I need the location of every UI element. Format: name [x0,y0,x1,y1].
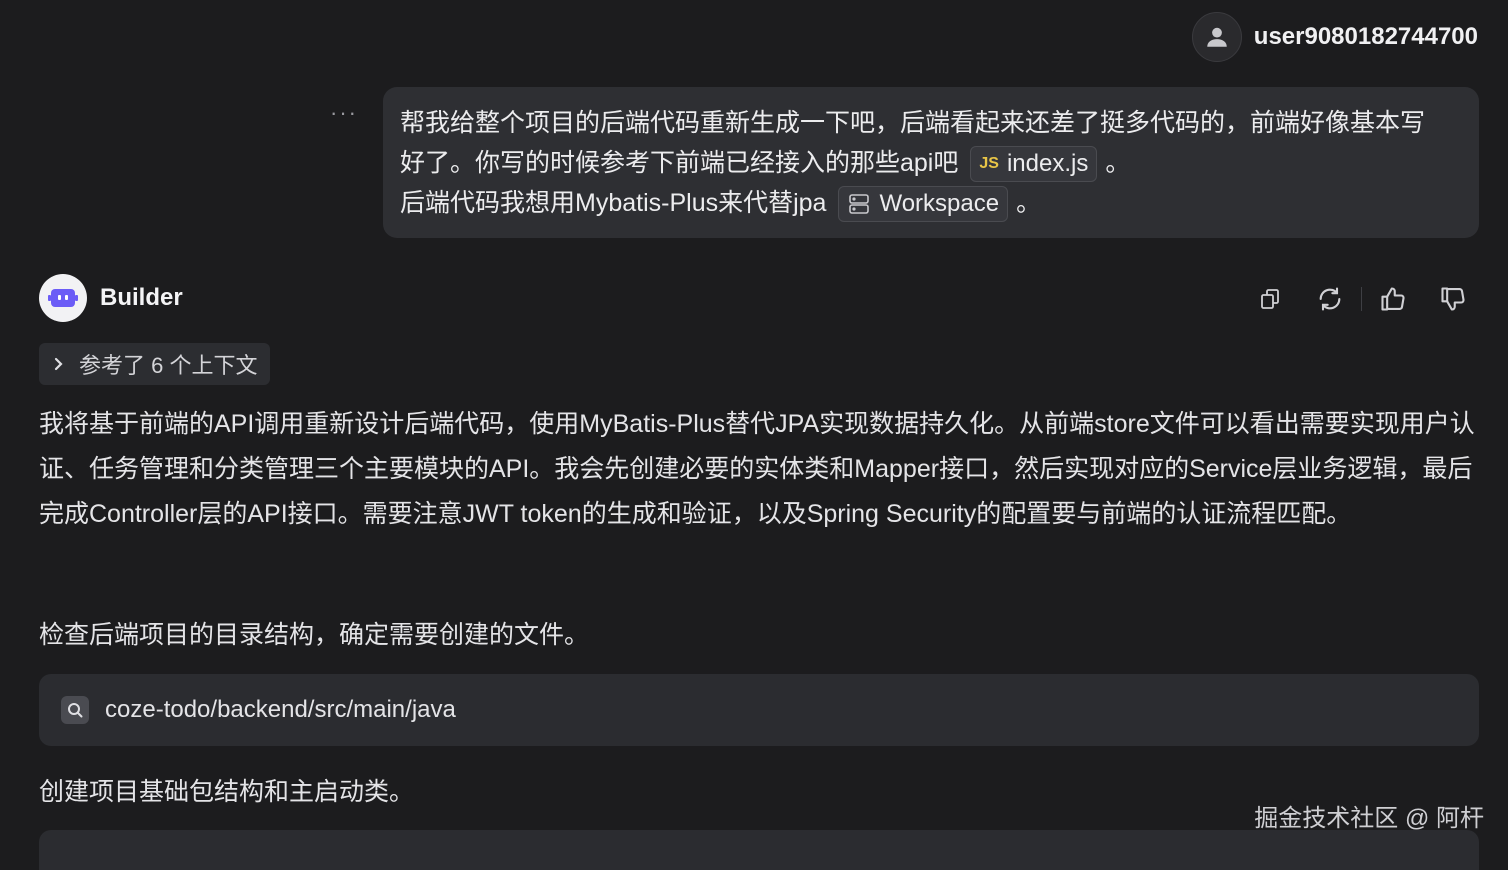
js-file-icon: JS [979,155,999,173]
message-more-button[interactable]: ··· [330,100,358,126]
user-message-sep-1: 。 [1105,149,1131,177]
user-message-sep-2: 。 [1016,189,1042,217]
file-chip-label: index.js [1006,150,1089,178]
copy-button[interactable] [1253,282,1287,316]
workspace-chip[interactable]: Workspace [838,186,1009,223]
robot-icon [48,289,78,307]
context-label: 参考了 6 个上下文 [79,353,258,378]
search-icon-box [61,696,89,724]
workspace-chip-label: Workspace [879,190,1000,218]
assistant-name: Builder [100,284,183,311]
assistant-paragraph-2: 检查后端项目的目录结构，确定需要创建的文件。 [39,621,590,649]
username: user9080182744700 [1253,23,1478,50]
search-icon [68,703,83,718]
user-message-bubble: 帮我给整个项目的后端代码重新生成一下吧，后端看起来还差了挺多代码的，前端好像基本… [383,87,1479,238]
file-chip-index-js[interactable]: JS index.js [970,146,1098,183]
user-message-text-2: 后端代码我想用Mybatis-Plus来代替jpa [400,189,827,217]
bot-avatar [39,274,87,322]
thumbs-up-icon [1381,287,1405,311]
message-actions [1253,282,1470,316]
regenerate-icon [1319,287,1341,311]
copy-icon [1261,289,1279,309]
thumbs-down-button[interactable] [1436,282,1470,316]
user-message-text-1: 帮我给整个项目的后端代码重新生成一下吧，后端看起来还差了挺多代码的，前端好像基本… [400,109,1426,177]
watermark: 掘金技术社区 @ 阿杆 [1254,805,1484,832]
search-tool-block[interactable]: coze-todo/backend/src/main/java [39,674,1479,746]
chevron-right-icon [54,357,63,371]
assistant-header: Builder [39,274,183,322]
search-path: coze-todo/backend/src/main/java [105,696,456,723]
context-toggle[interactable]: 参考了 6 个上下文 [39,343,271,385]
user-header: user9080182744700 [1191,12,1478,62]
next-tool-block[interactable] [39,830,1479,870]
actions-divider [1361,287,1362,311]
user-avatar[interactable] [1191,12,1242,62]
regenerate-button[interactable] [1313,282,1347,316]
thumbs-up-button[interactable] [1376,282,1410,316]
server-icon [849,194,870,215]
thumbs-down-icon [1441,287,1465,311]
assistant-paragraph-1: 我将基于前端的API调用重新设计后端代码，使用MyBatis-Plus替代JPA… [39,410,1475,528]
user-icon [1207,27,1227,47]
